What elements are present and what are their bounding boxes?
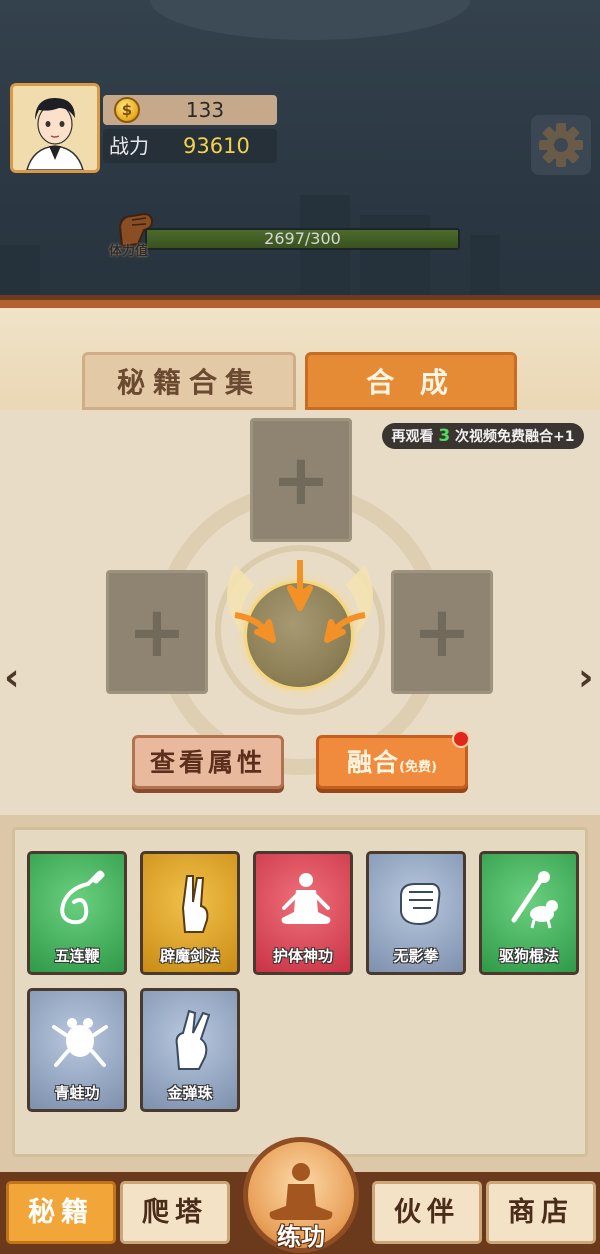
meditation-icon [281,873,331,924]
coin-icon: $ [114,97,140,123]
stamina-text: 2697/300 [264,229,341,248]
tab-secret-collection[interactable]: 秘籍合集 [82,352,296,410]
hint-prefix: 再观看 [391,429,434,445]
whip-icon [60,870,105,925]
hint-count: 3 [438,426,451,446]
skill-card[interactable]: 无影拳 [366,851,466,975]
power-value: 93610 [183,134,250,158]
fuse-free-label: (免费) [399,760,437,775]
coin-value: 133 [185,98,225,122]
skill-card[interactable]: 青蛙功 [27,988,127,1112]
chevron-left-icon[interactable]: ‹ [4,655,20,699]
nav-secret-books[interactable]: 秘籍 [6,1181,116,1244]
fusion-slot-right[interactable]: + [391,570,493,694]
flick-hand-icon [175,1009,211,1070]
avatar-portrait-icon [13,86,97,170]
card-label: 金弹珠 [167,1084,213,1102]
fuse-label: 融合 [347,748,400,777]
player-avatar[interactable] [10,83,100,173]
building [300,195,350,305]
card-label: 青蛙功 [54,1084,100,1102]
card-label: 五连鞭 [54,947,100,965]
card-label: 驱狗棍法 [498,947,559,965]
fuse-button[interactable]: 融合(免费) [316,735,468,789]
skill-card[interactable]: 护体神功 [253,851,353,975]
skill-card[interactable]: 五连鞭 [27,851,127,975]
stick-dog-icon [511,871,558,929]
nav-tower[interactable]: 爬塔 [120,1181,230,1244]
plus-icon: + [412,591,472,673]
card-label: 护体神功 [272,947,333,965]
fusion-slot-top[interactable]: + [250,418,352,542]
skill-card[interactable]: 辟魔剑法 [140,851,240,975]
skill-card[interactable]: 金弹珠 [140,988,240,1112]
nav-partner[interactable]: 伙伴 [372,1181,482,1244]
chevron-right-icon[interactable]: › [578,655,594,699]
sword-hand-icon [181,875,209,933]
nav-shop[interactable]: 商店 [486,1181,596,1244]
nav-training-label: 练功 [277,1223,325,1251]
stamina-label: 体力值 [109,244,149,259]
cloud [150,0,470,40]
fist-icon [400,883,441,926]
fusion-area: 再观看 3 次视频免费融合+1 + + + [0,410,600,815]
power-label: 战力 [109,134,149,158]
gear-icon [539,123,583,167]
fusion-slot-left[interactable]: + [106,570,208,694]
hint-suffix: 次视频免费融合+1 [455,429,575,445]
plus-icon: + [271,439,331,521]
notification-dot [452,730,470,748]
view-attributes-button[interactable]: 查看属性 [132,735,284,789]
fusion-arrows-icon [234,560,366,643]
frog-icon [52,1018,108,1067]
card-label: 无影拳 [393,947,439,965]
settings-button[interactable] [531,115,591,175]
card-label: 辟魔剑法 [159,947,220,965]
plus-icon: + [127,591,187,673]
free-fusion-hint: 再观看 3 次视频免费融合+1 [382,423,584,449]
tab-compose[interactable]: 合 成 [305,352,517,410]
skill-card[interactable]: 驱狗棍法 [479,851,579,975]
